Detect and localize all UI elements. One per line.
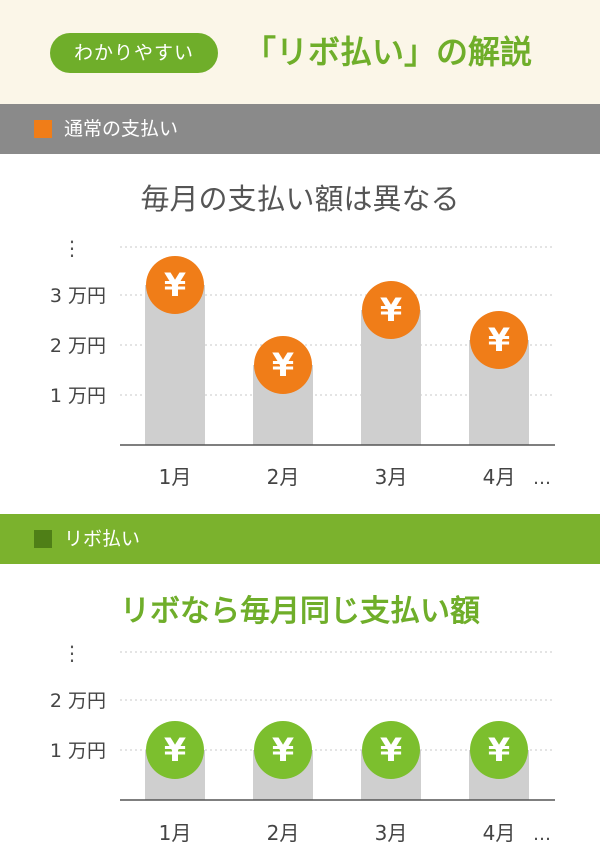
page-title: 「リボ払い」の解説 <box>244 33 533 71</box>
section-band-normal: 通常の支払い <box>0 104 600 154</box>
green-square-icon <box>34 530 52 548</box>
y-tick-label: 1 万円 <box>50 740 106 762</box>
section-label-normal: 通常の支払い <box>64 118 179 140</box>
orange-square-icon <box>34 120 52 138</box>
yen-marker-label: ¥ <box>380 731 402 769</box>
chart-title-revolving: リボなら毎月同じ支払い額 <box>120 594 480 629</box>
x-tick-label: 1月 <box>159 465 192 489</box>
x-axis-more-indicator: … <box>533 468 551 489</box>
yen-marker-label: ¥ <box>272 731 294 769</box>
header: わかりやすい 「リボ払い」の解説 <box>0 0 600 104</box>
x-axis-more-indicator: … <box>533 824 551 845</box>
y-axis-more-indicator: ⋮ <box>62 236 82 260</box>
section-band-revolving: リボ払い <box>0 514 600 564</box>
y-axis-more-indicator: ⋮ <box>62 641 82 665</box>
x-tick-label: 3月 <box>375 465 408 489</box>
yen-marker-label: ¥ <box>488 731 510 769</box>
revolving-payment-chart: 1 万円 2 万円 ⋮ ¥ ¥ ¥ ¥1月 2月 3月 4月 … <box>50 641 555 845</box>
normal-payment-chart: 1 万円 2 万円 3 万円 ⋮ ¥ ¥ ¥ ¥1月 2月 3月 4月 … <box>50 236 555 489</box>
section-label-revolving: リボ払い <box>64 528 141 550</box>
x-tick-label: 3月 <box>375 821 408 845</box>
x-tick-label: 4月 <box>483 465 516 489</box>
x-tick-label: 4月 <box>483 821 516 845</box>
yen-marker-label: ¥ <box>488 321 510 359</box>
y-tick-label: 2 万円 <box>50 690 106 712</box>
y-tick-label: 2 万円 <box>50 335 106 357</box>
yen-marker-label: ¥ <box>164 266 186 304</box>
x-tick-label: 1月 <box>159 821 192 845</box>
x-tick-label: 2月 <box>267 465 300 489</box>
chart-title-normal: 毎月の支払い額は異なる <box>140 182 460 216</box>
yen-marker-label: ¥ <box>272 346 294 384</box>
yen-marker-label: ¥ <box>164 731 186 769</box>
x-tick-label: 2月 <box>267 821 300 845</box>
y-tick-label: 1 万円 <box>50 385 106 407</box>
y-tick-label: 3 万円 <box>50 285 106 307</box>
easy-badge: わかりやすい <box>50 33 218 73</box>
yen-marker-label: ¥ <box>380 291 402 329</box>
